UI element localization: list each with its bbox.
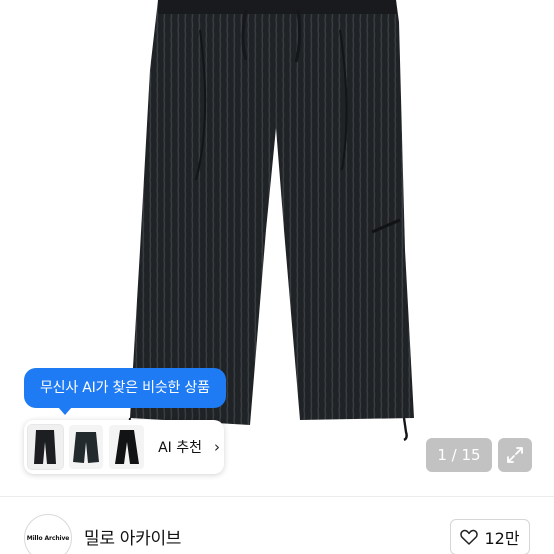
expand-icon (507, 447, 523, 463)
expand-button[interactable] (498, 438, 532, 472)
chevron-right-icon: › (213, 438, 220, 456)
image-pager: 1 / 15 (426, 438, 492, 472)
similar-product-thumbnail-2[interactable] (68, 425, 104, 469)
pants-thumbnail-icon (73, 432, 100, 463)
ai-recommend-link[interactable]: AI 추천 › (158, 437, 220, 457)
shop-row: Millo Archive 밀로 아카이브 12만 (0, 497, 554, 554)
similar-product-thumbnail-3[interactable] (109, 425, 145, 469)
pants-thumbnail-icon (34, 430, 57, 464)
heart-icon (460, 529, 479, 545)
like-button[interactable]: 12만 (450, 519, 530, 554)
shop-logo[interactable]: Millo Archive (24, 514, 72, 554)
pants-thumbnail-icon (114, 430, 139, 464)
shop-logo-text: Millo Archive (26, 534, 70, 542)
ai-similar-products-tooltip[interactable]: 무신사 AI가 찾은 비슷한 상품 (24, 368, 226, 415)
similar-product-thumbnail-1[interactable] (27, 424, 64, 470)
shop-name[interactable]: 밀로 아카이브 (84, 524, 181, 549)
ai-recommendation-strip[interactable]: AI 추천 › (24, 420, 224, 474)
pants-illustration (128, 0, 414, 442)
like-count: 12만 (484, 529, 520, 548)
ai-recommend-label: AI 추천 (158, 440, 202, 456)
product-image[interactable] (0, 0, 554, 490)
